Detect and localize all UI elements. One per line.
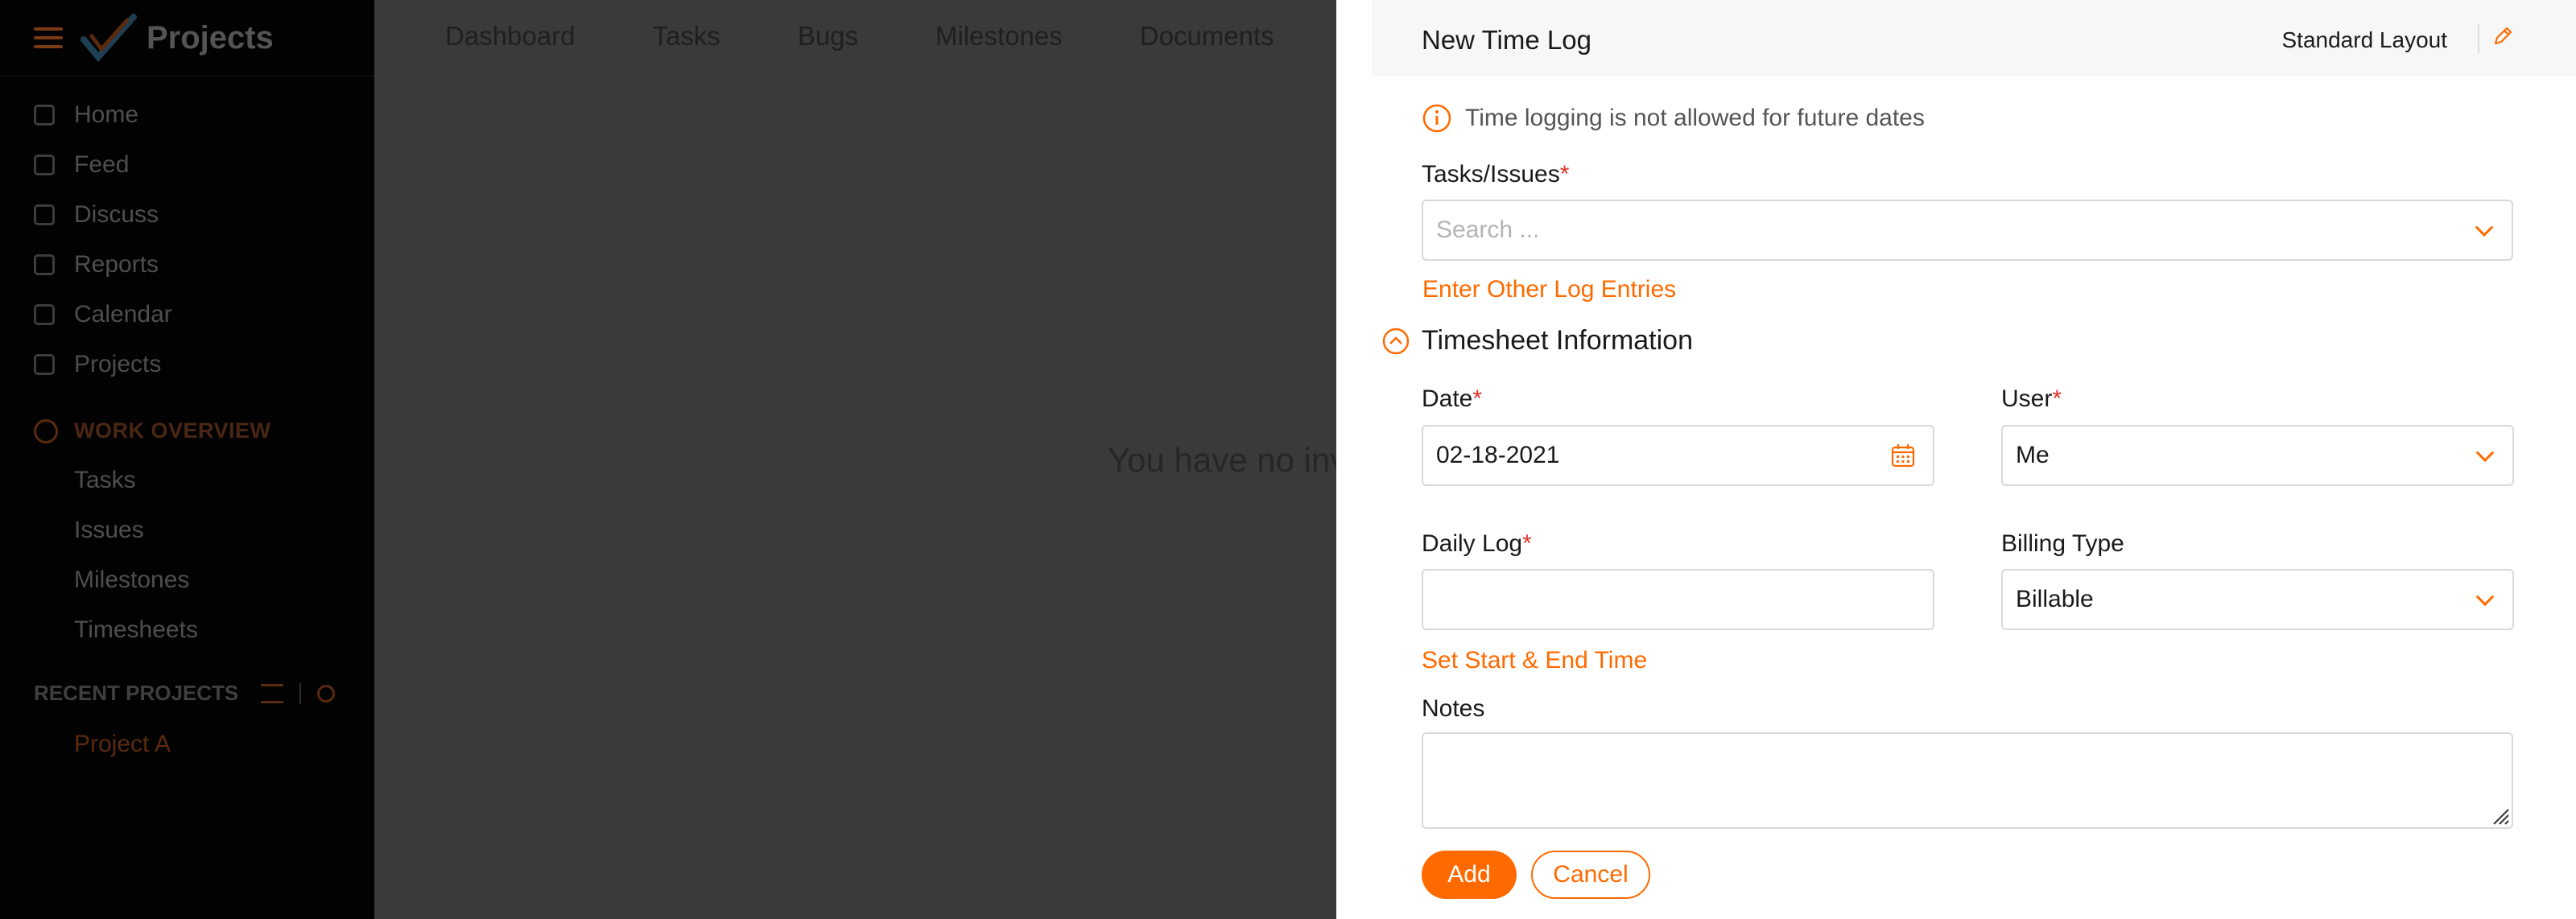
sidebar-item-projects[interactable]: Projects xyxy=(34,351,161,378)
tab-tasks[interactable]: Tasks xyxy=(652,21,720,52)
home-icon xyxy=(34,105,55,126)
sidebar-item-feed[interactable]: Feed xyxy=(34,151,129,179)
chevron-down-icon xyxy=(2475,443,2495,463)
recent-projects-title: RECENT PROJECTS xyxy=(34,681,239,705)
tab-documents[interactable]: Documents xyxy=(1140,21,1274,52)
tasks-search-placeholder: Search ... xyxy=(1436,216,1540,243)
user-select[interactable]: Me xyxy=(2001,425,2514,486)
timesheet-information-title: Timesheet Information xyxy=(1422,325,1693,356)
sidebar-item-reports[interactable]: Reports xyxy=(34,251,159,278)
discuss-icon xyxy=(34,204,55,225)
sidebar-item-tasks[interactable]: Tasks xyxy=(74,467,136,494)
divider xyxy=(299,682,302,704)
cancel-button[interactable]: Cancel xyxy=(1531,851,1650,899)
date-label-text: Date xyxy=(1422,385,1473,412)
notes-label-text: Notes xyxy=(1422,695,1485,722)
daily-log-label: Daily Log* xyxy=(1422,530,1532,558)
work-overview-title: WORK OVERVIEW xyxy=(74,418,271,443)
billing-type-select[interactable]: Billable xyxy=(2001,569,2514,630)
billing-type-value: Billable xyxy=(2016,586,2094,612)
sidebar-item-timesheets[interactable]: Timesheets xyxy=(74,616,198,644)
sidebar-item-label: Home xyxy=(74,101,139,128)
projects-icon xyxy=(34,354,55,375)
collapse-section-icon[interactable] xyxy=(1381,327,1410,356)
top-navigation: Dashboard Tasks Bugs Milestones Document… xyxy=(445,21,1352,52)
user-label: User* xyxy=(2001,385,2062,413)
feed-icon xyxy=(34,155,55,175)
main-area: Dashboard Tasks Bugs Milestones Document… xyxy=(374,0,1347,919)
notice-text: Time logging is not allowed for future d… xyxy=(1465,105,1925,131)
calendar-icon xyxy=(34,304,55,325)
required-marker: * xyxy=(1472,385,1483,412)
future-date-notice: Time logging is not allowed for future d… xyxy=(1422,103,1925,134)
sidebar: Projects Home Feed Discuss Reports Calen… xyxy=(0,0,374,919)
info-icon xyxy=(1422,104,1451,133)
enter-other-log-entries-link[interactable]: Enter Other Log Entries xyxy=(1422,276,1676,303)
projects-logo-icon xyxy=(80,14,137,63)
panel-title: New Time Log xyxy=(1422,25,1591,55)
empty-state-message: You have no inv xyxy=(1108,441,1348,479)
required-marker: * xyxy=(2052,385,2062,412)
sidebar-item-label: Reports xyxy=(74,251,159,278)
search-icon[interactable] xyxy=(317,684,336,703)
date-field[interactable]: 02-18-2021 xyxy=(1422,425,1934,486)
resize-handle-icon[interactable] xyxy=(2489,805,2510,826)
recent-project-item[interactable]: Project A xyxy=(74,731,171,758)
billing-type-label-text: Billing Type xyxy=(2001,530,2124,557)
panel-header: New Time Log Standard Layout xyxy=(1372,0,2576,76)
sidebar-item-label: Projects xyxy=(74,351,162,377)
sidebar-item-home[interactable]: Home xyxy=(34,101,138,129)
calendar-icon[interactable] xyxy=(1889,442,1917,469)
notes-textarea[interactable] xyxy=(1422,732,2513,829)
tasks-label-text: Tasks/Issues xyxy=(1422,161,1560,188)
tasks-search-select[interactable]: Search ... xyxy=(1422,200,2513,261)
daily-log-input[interactable] xyxy=(1422,569,1934,630)
chevron-down-icon xyxy=(2475,218,2494,237)
reports-icon xyxy=(34,254,55,275)
tab-milestones[interactable]: Milestones xyxy=(935,21,1063,52)
sidebar-item-calendar[interactable]: Calendar xyxy=(34,301,172,328)
sidebar-item-issues[interactable]: Issues xyxy=(74,517,144,544)
sidebar-item-discuss[interactable]: Discuss xyxy=(34,201,159,229)
recent-projects-header: RECENT PROJECTS xyxy=(34,681,336,706)
required-marker: * xyxy=(1522,530,1532,557)
header-divider xyxy=(2478,24,2479,53)
work-overview-icon xyxy=(34,418,58,443)
tab-bugs[interactable]: Bugs xyxy=(798,21,858,52)
billing-type-label: Billing Type xyxy=(2001,530,2124,558)
sidebar-item-milestones[interactable]: Milestones xyxy=(74,567,189,594)
user-label-text: User xyxy=(2001,385,2053,412)
chevron-down-icon xyxy=(2475,587,2495,607)
layout-selector[interactable]: Standard Layout xyxy=(2282,27,2448,53)
hamburger-menu-icon[interactable] xyxy=(34,27,63,48)
filter-icon[interactable] xyxy=(261,683,284,703)
tab-dashboard[interactable]: Dashboard xyxy=(445,21,575,52)
set-start-end-time-link[interactable]: Set Start & End Time xyxy=(1422,647,1647,674)
app-title: Projects xyxy=(147,19,274,56)
date-value: 02-18-2021 xyxy=(1436,442,1560,468)
tasks-label: Tasks/Issues* xyxy=(1422,161,1569,188)
edit-pencil-icon[interactable] xyxy=(2491,24,2515,48)
daily-log-label-text: Daily Log xyxy=(1422,530,1523,557)
user-value: Me xyxy=(2016,442,2050,468)
work-overview-header[interactable]: WORK OVERVIEW xyxy=(34,418,271,443)
sidebar-header: Projects xyxy=(0,0,374,76)
sidebar-item-label: Feed xyxy=(74,151,130,178)
sidebar-item-label: Calendar xyxy=(74,301,172,328)
required-marker: * xyxy=(1559,161,1570,188)
new-time-log-panel: New Time Log Standard Layout Time loggin… xyxy=(1336,0,2576,919)
date-label: Date* xyxy=(1422,385,1482,413)
add-button[interactable]: Add xyxy=(1422,851,1517,899)
sidebar-item-label: Discuss xyxy=(74,201,159,228)
notes-label: Notes xyxy=(1422,695,1484,723)
